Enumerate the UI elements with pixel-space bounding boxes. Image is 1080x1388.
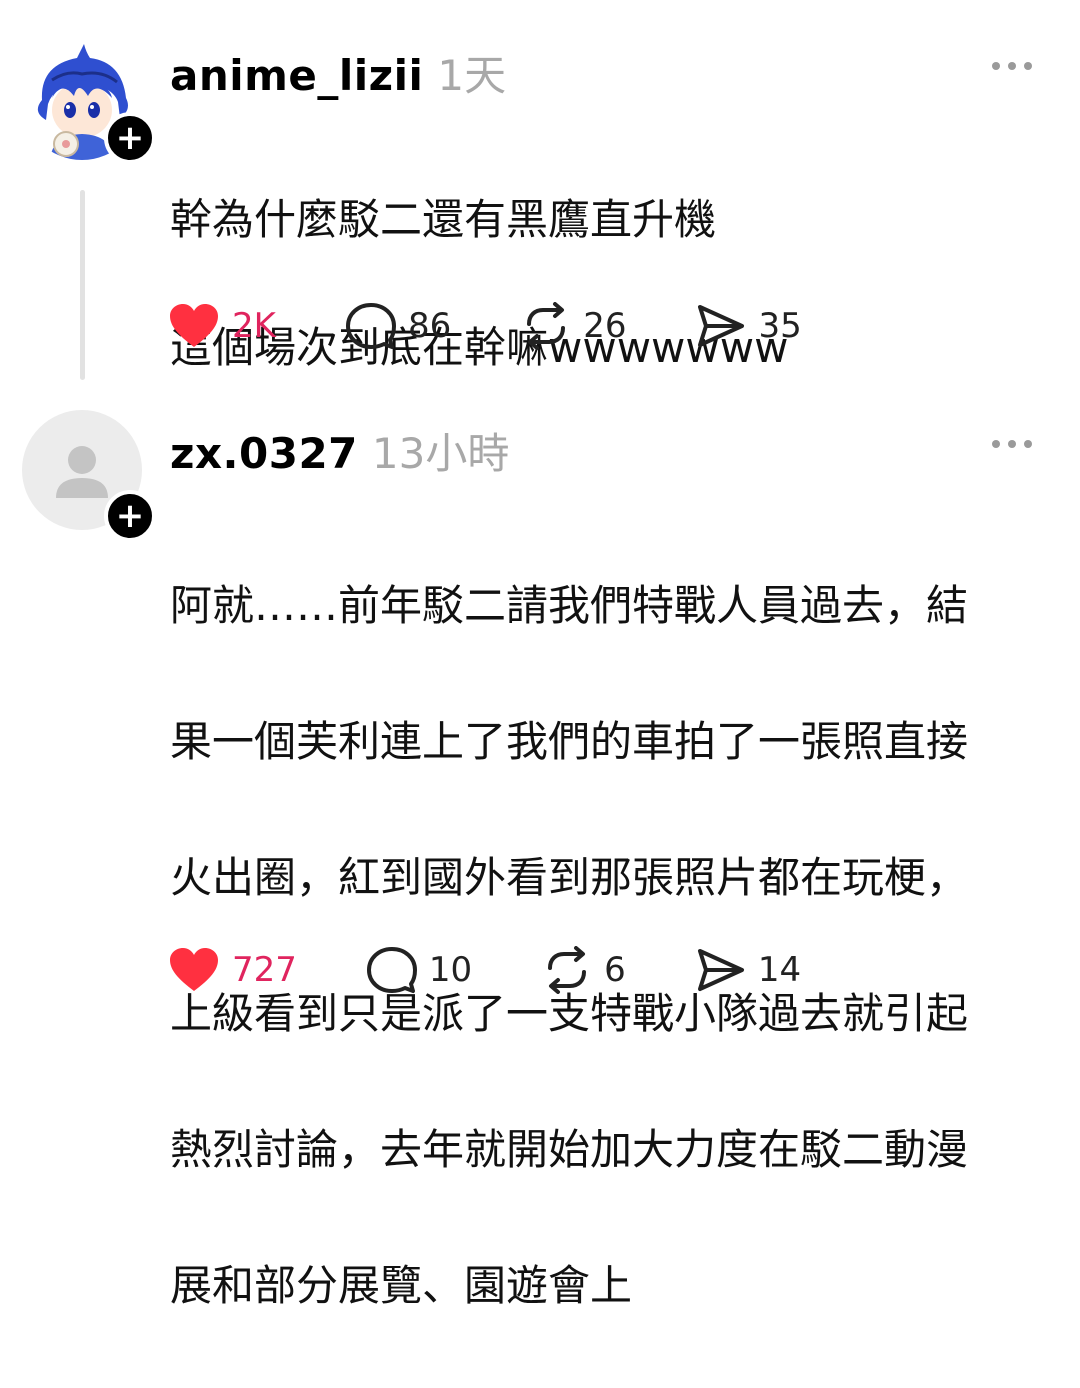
like-count: 727 [232,950,297,990]
reply-button[interactable]: 10 [366,946,473,994]
plus-icon: + [115,496,145,536]
repost-button[interactable]: 6 [542,946,626,994]
more-dot [992,440,1000,448]
post-text-line: 展和部分展覽、園遊會上 [170,1261,633,1310]
action-bar: 727 10 6 14 [168,946,871,994]
post-text-line: 火出圈，紅到國外看到那張照片都在玩梗， [170,853,969,902]
post-2: + zx.0327 13小時 阿就……前年駁二請我們特戰人員過去，結 果一個芙利… [0,0,1080,1310]
more-dot [1024,440,1032,448]
post-text-line: 熱烈討論，去年就開始加大力度在駁二動漫 [170,1125,969,1174]
post-text-line: 阿就……前年駁二請我們特戰人員過去，結 [170,581,969,630]
send-icon [697,949,744,991]
comment-bubble-icon [366,947,417,993]
like-button[interactable]: 727 [168,947,297,993]
share-count: 14 [757,950,802,990]
share-button[interactable]: 14 [696,947,801,993]
username[interactable]: zx.0327 [170,429,358,478]
post-header: zx.0327 13小時 [170,420,509,481]
repost-icon [548,946,587,994]
repost-count: 6 [604,950,626,990]
more-dot [1008,440,1016,448]
post-text-line: 果一個芙利連上了我們的車拍了一張照直接 [170,717,969,766]
more-options-button[interactable] [992,438,1032,450]
reply-count: 10 [428,950,473,990]
heart-filled-icon [170,948,218,991]
follow-button[interactable]: + [104,490,156,542]
timestamp: 13小時 [371,429,510,478]
